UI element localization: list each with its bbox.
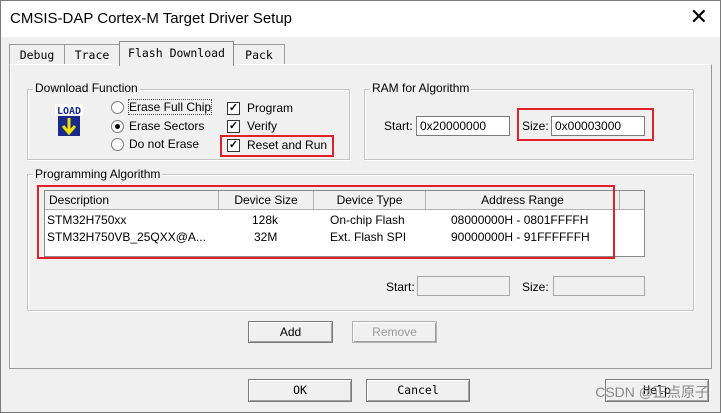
erase-full-chip-radio[interactable] <box>111 101 124 114</box>
window-title: CMSIS-DAP Cortex-M Target Driver Setup <box>10 10 293 27</box>
tab-pack[interactable]: Pack <box>233 44 285 65</box>
verify-label[interactable]: Verify <box>247 119 277 133</box>
program-label[interactable]: Program <box>247 101 293 115</box>
ram-for-algorithm-label: RAM for Algorithm <box>370 81 472 95</box>
column-header-address-range[interactable]: Address Range <box>426 191 620 210</box>
column-header-filler <box>620 191 644 210</box>
do-not-erase-label[interactable]: Do not Erase <box>129 137 199 151</box>
ram-size-field[interactable]: 0x00003000 <box>551 116 645 136</box>
algo-size-field[interactable] <box>553 276 645 296</box>
cancel-button[interactable]: Cancel <box>366 379 470 402</box>
do-not-erase-radio[interactable] <box>111 138 124 151</box>
erase-sectors-radio[interactable] <box>111 120 124 133</box>
title-bar: CMSIS-DAP Cortex-M Target Driver Setup ✕ <box>1 1 720 37</box>
remove-button[interactable]: Remove <box>352 321 437 343</box>
ram-start-label: Start: <box>384 119 413 133</box>
ram-start-field[interactable]: 0x20000000 <box>416 116 510 136</box>
svg-text:LOAD: LOAD <box>57 106 81 117</box>
row-description: STM32H750xx <box>47 213 127 227</box>
verify-checkbox[interactable]: ✓ <box>227 120 240 133</box>
row-description: STM32H750VB_25QXX@A... <box>47 230 206 244</box>
tab-trace[interactable]: Trace <box>64 44 120 65</box>
row-type: On-chip Flash <box>330 213 405 227</box>
add-button[interactable]: Add <box>248 321 333 343</box>
ok-button[interactable]: OK <box>248 379 352 402</box>
tab-debug[interactable]: Debug <box>9 44 65 65</box>
close-icon[interactable]: ✕ <box>690 6 708 28</box>
download-function-label: Download Function <box>33 81 140 95</box>
tab-flash-download[interactable]: Flash Download <box>119 41 234 66</box>
ram-size-label: Size: <box>522 119 549 133</box>
row-range: 08000000H - 0801FFFFH <box>451 213 589 227</box>
program-checkbox[interactable]: ✓ <box>227 102 240 115</box>
programming-algorithm-label: Programming Algorithm <box>33 167 163 181</box>
algo-size-label: Size: <box>522 280 549 294</box>
row-size: 32M <box>254 230 278 244</box>
reset-and-run-label[interactable]: Reset and Run <box>247 138 327 152</box>
column-header-device-size[interactable]: Device Size <box>219 191 314 210</box>
load-icon: LOAD <box>52 103 86 137</box>
row-range: 90000000H - 91FFFFFFH <box>451 230 590 244</box>
algo-start-field[interactable] <box>417 276 510 296</box>
column-header-device-type[interactable]: Device Type <box>314 191 426 210</box>
watermark-text: CSDN @正点原子 <box>595 384 709 400</box>
algorithm-list[interactable]: Description Device Size Device Type Addr… <box>44 190 645 257</box>
row-type: Ext. Flash SPI <box>330 230 407 244</box>
row-size: 128k <box>252 213 279 227</box>
erase-full-chip-label[interactable]: Erase Full Chip <box>127 99 213 115</box>
reset-and-run-checkbox[interactable]: ✓ <box>227 139 240 152</box>
erase-sectors-label[interactable]: Erase Sectors <box>129 119 204 133</box>
column-header-description[interactable]: Description <box>45 191 219 210</box>
algo-start-label: Start: <box>386 280 415 294</box>
